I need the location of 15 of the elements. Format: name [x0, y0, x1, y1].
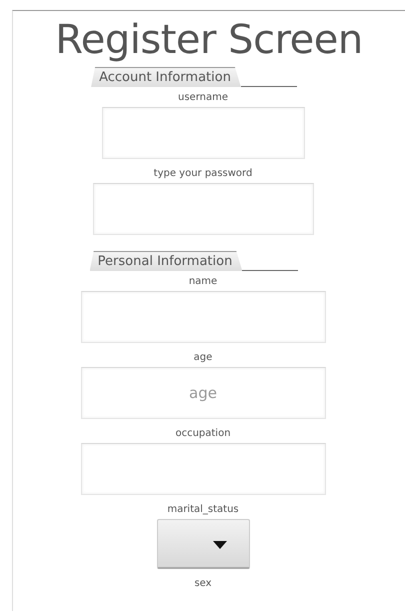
text-field[interactable]: [80, 291, 326, 343]
dropdown-arrow-icon: [212, 541, 226, 549]
field-label: type your password: [154, 167, 252, 181]
field-label: occupation: [175, 427, 231, 441]
field-label: name: [188, 275, 218, 289]
text-field[interactable]: [80, 443, 326, 495]
text-field[interactable]: [102, 107, 304, 159]
text-field[interactable]: [92, 183, 314, 235]
field-label: marital_status: [167, 503, 239, 517]
field-label: sex: [194, 577, 212, 591]
field-label: age: [194, 351, 212, 365]
field-label: username: [178, 91, 228, 105]
text-field[interactable]: age: [80, 367, 326, 419]
dropdown-spinner[interactable]: [156, 519, 250, 569]
screen-title: Register Screen: [54, 17, 364, 63]
